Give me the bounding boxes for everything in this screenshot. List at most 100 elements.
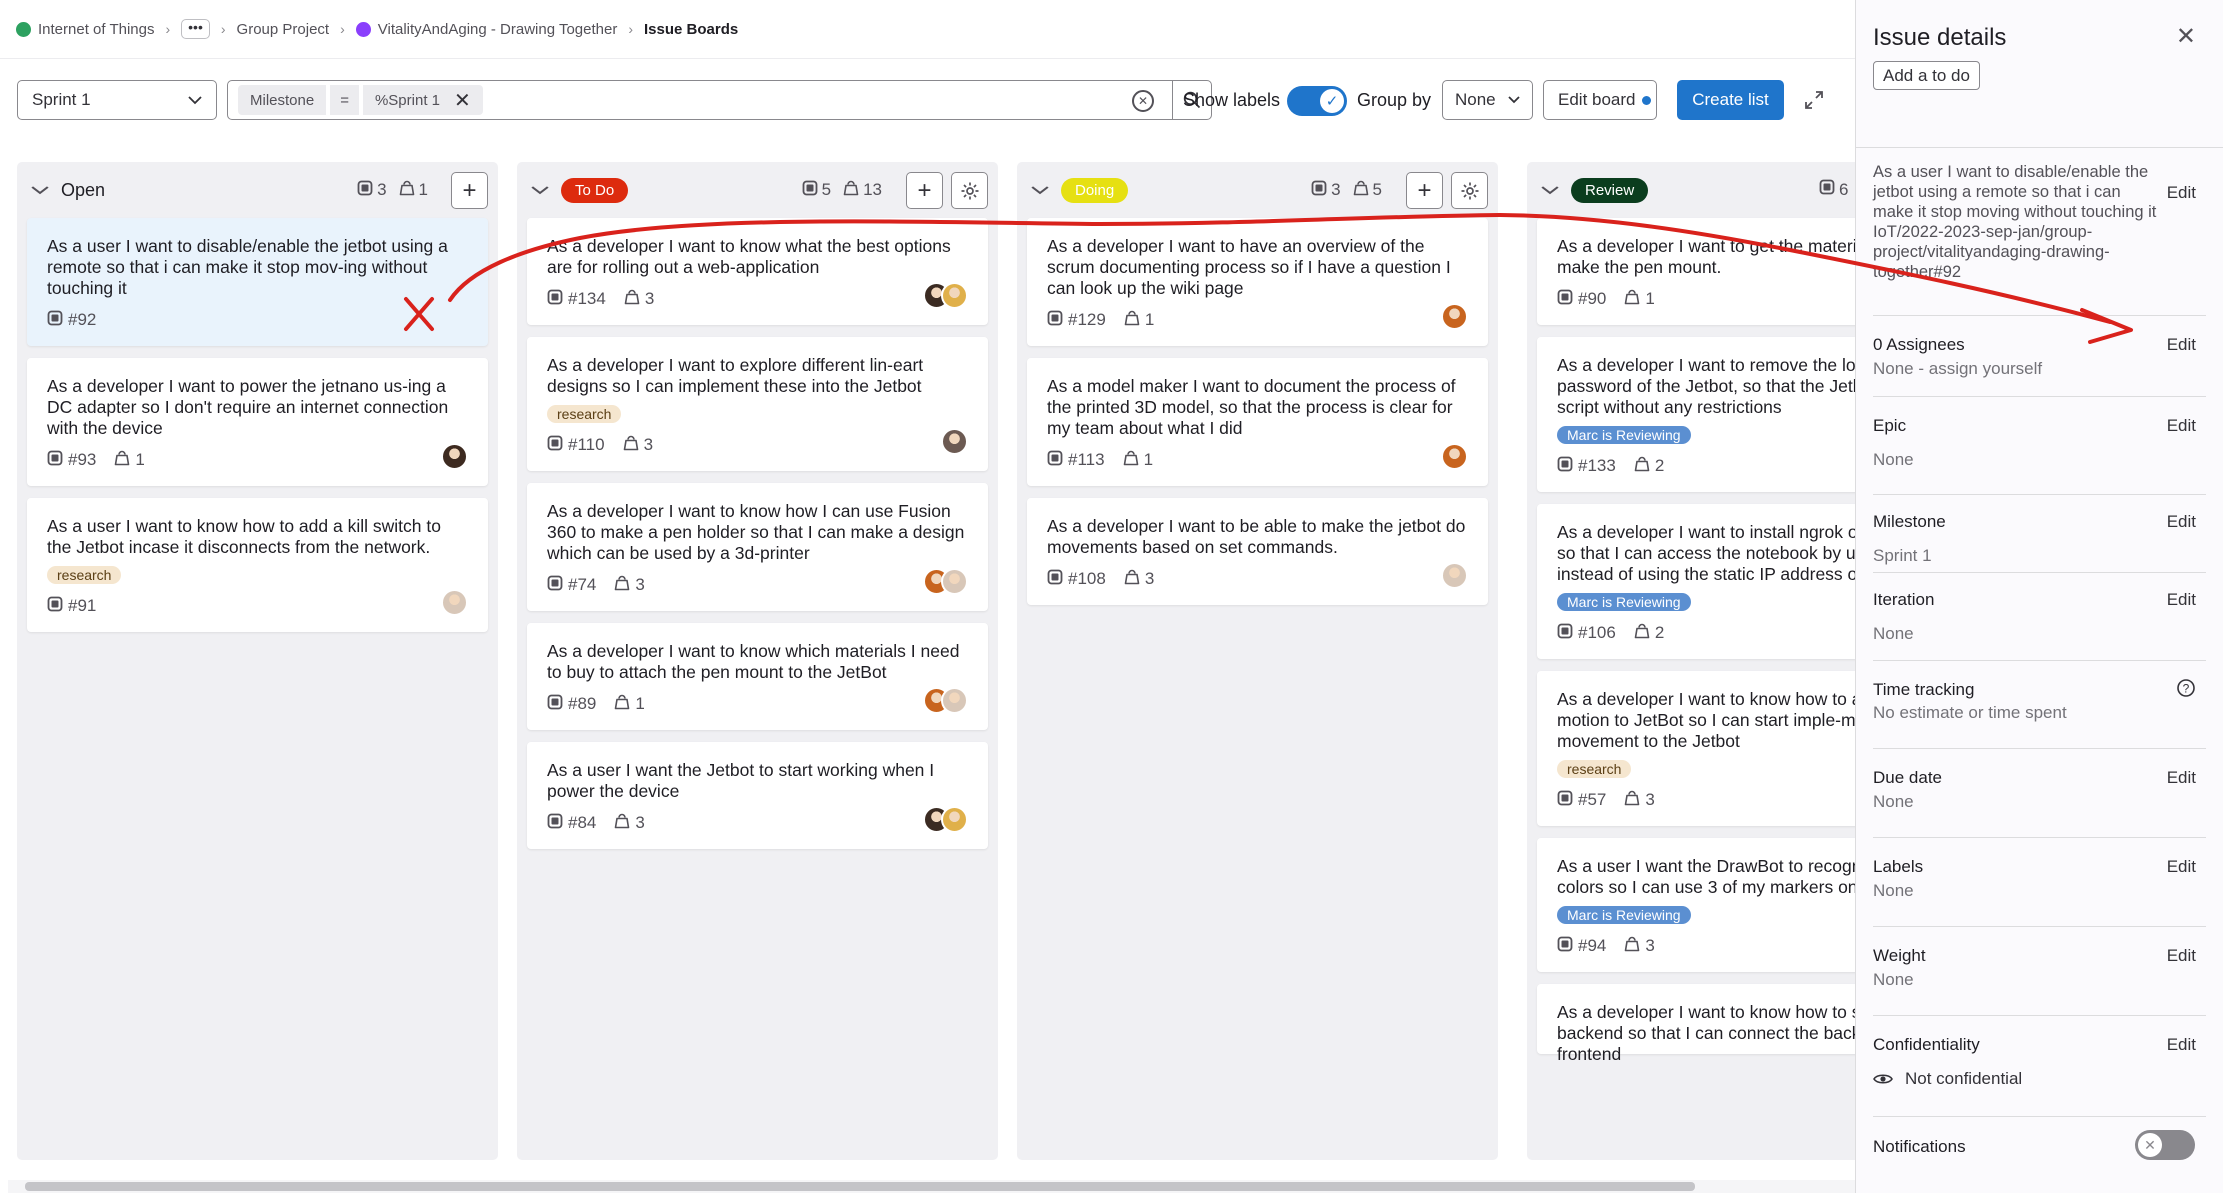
scrollbar-thumb[interactable] — [25, 1182, 1695, 1191]
avatar[interactable] — [441, 589, 468, 616]
chevron-down-icon[interactable] — [1031, 182, 1049, 198]
add-issue-button[interactable]: + — [1406, 172, 1443, 209]
issue-card[interactable]: As a developer I want to explore differe… — [527, 337, 988, 471]
breadcrumb-group-iot[interactable]: Internet of Things — [16, 21, 154, 38]
issue-card[interactable]: As a developer I want to have an overvie… — [1027, 218, 1488, 346]
labels-title: Labels — [1873, 857, 1924, 876]
notifications-toggle[interactable]: ✕ — [2135, 1130, 2195, 1160]
avatar[interactable] — [941, 428, 968, 455]
issue-card[interactable]: As a developer I want to be able to make… — [1027, 498, 1488, 605]
add-todo-button[interactable]: Add a to do — [1873, 61, 1980, 90]
edit-iteration-button[interactable]: Edit — [2167, 590, 2196, 610]
issue-label[interactable]: Marc is Reviewing — [1557, 426, 1691, 444]
edit-title-button[interactable]: Edit — [2167, 183, 2196, 203]
edit-epic-button[interactable]: Edit — [2167, 416, 2196, 436]
avatar[interactable] — [1441, 443, 1468, 470]
group-by-select[interactable]: None — [1442, 80, 1533, 120]
edit-weight-button[interactable]: Edit — [2167, 946, 2196, 966]
weight-icon — [614, 812, 630, 834]
avatar[interactable] — [941, 806, 968, 833]
clear-search-icon[interactable]: ✕ — [1132, 90, 1154, 112]
gear-icon[interactable] — [951, 172, 988, 209]
issue-label[interactable]: research — [47, 566, 122, 584]
issue-weight: 3 — [1624, 789, 1655, 811]
issue-card-title[interactable]: As a user I want the DrawBot to recogniz… — [1557, 856, 1855, 898]
issue-card-title[interactable]: As a developer I want to know what the b… — [547, 236, 968, 278]
issue-number: #106 — [1557, 623, 1616, 644]
issue-card-title[interactable]: As a developer I want to install ngrok o… — [1557, 522, 1855, 585]
issue-card-title[interactable]: As a developer I want to get the materia… — [1557, 236, 1855, 278]
edit-confidentiality-button[interactable]: Edit — [2167, 1035, 2196, 1055]
issue-card[interactable]: As a developer I want to know how to set… — [1537, 984, 1855, 1064]
edit-labels-button[interactable]: Edit — [2167, 857, 2196, 877]
edit-board-button[interactable]: Edit board — [1543, 80, 1657, 120]
search-filter-bar[interactable]: Milestone = %Sprint 1 ✕ ✕ — [227, 80, 1173, 120]
breadcrumb-current[interactable]: Issue Boards — [644, 21, 738, 38]
issue-card[interactable]: As a developer I want to install ngrok o… — [1537, 504, 1855, 659]
issue-card-title[interactable]: As a developer I want to know how I can … — [547, 501, 968, 564]
issue-label[interactable]: research — [547, 405, 622, 423]
breadcrumb-project[interactable]: VitalityAndAging - Drawing Together — [355, 21, 617, 38]
issue-card[interactable]: As a developer I want to know what the b… — [527, 218, 988, 325]
issue-card-title[interactable]: As a user I want the Jetbot to start wor… — [547, 760, 968, 802]
avatar[interactable] — [1441, 562, 1468, 589]
issue-card-title[interactable]: As a developer I want to be able to make… — [1047, 516, 1468, 558]
breadcrumb-more-button[interactable]: ••• — [181, 19, 210, 39]
issue-card[interactable]: As a developer I want to know how I can … — [527, 483, 988, 611]
weight-icon — [1124, 309, 1140, 331]
issue-card-title[interactable]: As a developer I want to power the jetna… — [47, 376, 468, 439]
show-labels-toggle[interactable]: ✓ — [1287, 86, 1347, 116]
issue-card-title[interactable]: As a developer I want to know which mate… — [547, 641, 968, 683]
issue-card[interactable]: As a developer I want to get the materia… — [1537, 218, 1855, 325]
remove-token-icon[interactable]: ✕ — [454, 88, 471, 113]
edit-assignees-button[interactable]: Edit — [2167, 335, 2196, 355]
issue-card[interactable]: As a model maker I want to document the … — [1027, 358, 1488, 486]
issue-card-title[interactable]: As a developer I want to explore differe… — [547, 355, 968, 397]
confidentiality-section: Confidentiality Not confidential Edit — [1873, 1016, 2206, 1117]
issue-label[interactable]: Marc is Reviewing — [1557, 593, 1691, 611]
avatar[interactable] — [941, 282, 968, 309]
gear-icon[interactable] — [1451, 172, 1488, 209]
issue-card-title[interactable]: As a user I want to disable/enable the j… — [47, 236, 468, 299]
avatar[interactable] — [941, 568, 968, 595]
avatar[interactable] — [941, 687, 968, 714]
edit-due-date-button[interactable]: Edit — [2167, 768, 2196, 788]
issue-card-title[interactable]: As a developer I want to have an overvie… — [1047, 236, 1468, 299]
issue-card[interactable]: As a user I want the DrawBot to recogniz… — [1537, 838, 1855, 972]
issue-card-title[interactable]: As a developer I want to know how to set… — [1557, 1002, 1855, 1065]
issue-label[interactable]: research — [1557, 760, 1632, 778]
avatar[interactable] — [1441, 303, 1468, 330]
chevron-down-icon[interactable] — [1541, 182, 1559, 198]
sprint-select[interactable]: Sprint 1 — [17, 80, 217, 120]
chevron-down-icon[interactable] — [531, 182, 549, 198]
issue-weight: 1 — [114, 449, 145, 471]
issue-card[interactable]: As a user I want to know how to add a ki… — [27, 498, 488, 632]
issue-card[interactable]: As a developer I want to remove the logi… — [1537, 337, 1855, 492]
issue-card-title[interactable]: As a developer I want to remove the logi… — [1557, 355, 1855, 418]
filter-token-field[interactable]: Milestone — [238, 85, 327, 115]
edit-milestone-button[interactable]: Edit — [2167, 512, 2196, 532]
assignees-value[interactable]: None - assign yourself — [1873, 359, 2206, 379]
issue-card-title[interactable]: As a developer I want to know how to add… — [1557, 689, 1855, 752]
breadcrumb-group-project[interactable]: Group Project — [237, 21, 330, 38]
create-list-button[interactable]: Create list — [1677, 80, 1784, 120]
horizontal-scrollbar[interactable] — [8, 1180, 1855, 1193]
issue-label[interactable]: Marc is Reviewing — [1557, 906, 1691, 924]
avatar[interactable] — [441, 443, 468, 470]
fullscreen-icon[interactable] — [1800, 86, 1828, 114]
add-issue-button[interactable]: + — [906, 172, 943, 209]
filter-token-operator[interactable]: = — [330, 85, 359, 115]
help-icon[interactable]: ? — [2176, 678, 2196, 703]
add-issue-button[interactable]: + — [451, 172, 488, 209]
issue-card[interactable]: As a developer I want to power the jetna… — [27, 358, 488, 486]
issue-type-icon — [1047, 450, 1063, 471]
issue-card[interactable]: As a user I want to disable/enable the j… — [27, 218, 488, 346]
close-icon[interactable]: ✕ — [2176, 22, 2196, 51]
chevron-down-icon[interactable] — [31, 182, 49, 198]
issue-card-title[interactable]: As a user I want to know how to add a ki… — [47, 516, 468, 558]
issue-card-title[interactable]: As a model maker I want to document the … — [1047, 376, 1468, 439]
issue-card[interactable]: As a developer I want to know how to add… — [1537, 671, 1855, 826]
filter-token-value[interactable]: %Sprint 1 ✕ — [362, 85, 483, 115]
issue-card[interactable]: As a developer I want to know which mate… — [527, 623, 988, 730]
issue-card[interactable]: As a user I want the Jetbot to start wor… — [527, 742, 988, 849]
